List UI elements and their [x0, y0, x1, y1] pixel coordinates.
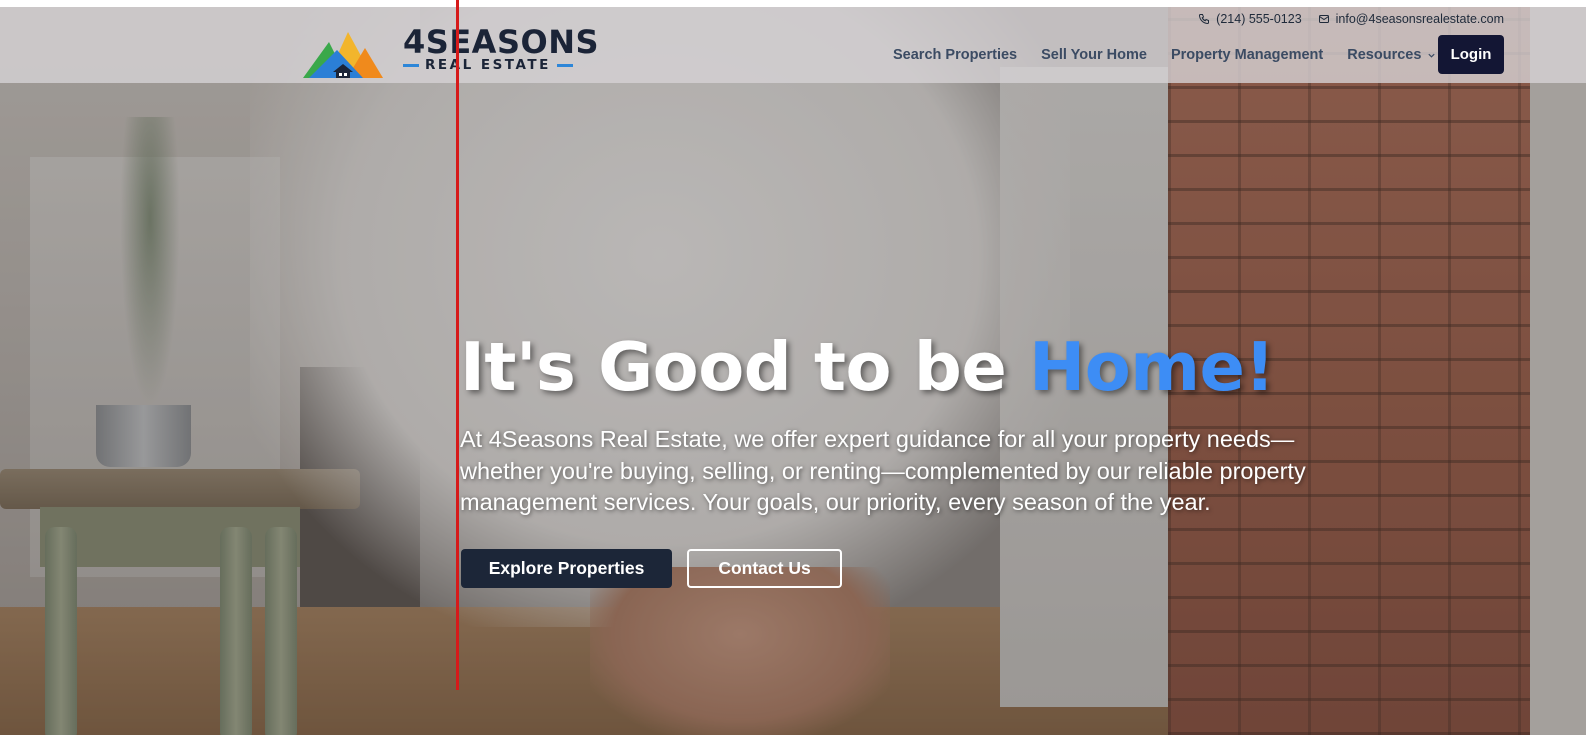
email-link[interactable]: info@4seasonsrealestate.com — [1318, 12, 1504, 26]
hero-subtext: At 4Seasons Real Estate, we offer expert… — [460, 426, 1306, 515]
nav-property-management[interactable]: Property Management — [1171, 47, 1323, 63]
site-header: 4SEASONS REAL ESTATE (214) 555-0123 info… — [0, 7, 1586, 83]
email-address: info@4seasonsrealestate.com — [1335, 12, 1504, 26]
contact-us-button[interactable]: Contact Us — [687, 549, 842, 588]
nav-resources-label: Resources — [1347, 47, 1422, 63]
logo-wordmark: 4SEASONS REAL ESTATE — [403, 26, 599, 73]
nav-search-properties[interactable]: Search Properties — [893, 47, 1017, 63]
mail-icon — [1318, 15, 1329, 23]
main-nav: Search Properties Sell Your Home Propert… — [893, 47, 1460, 63]
chevron-down-icon — [1428, 53, 1436, 58]
logo-subtitle: REAL ESTATE — [425, 57, 551, 73]
nav-sell-your-home[interactable]: Sell Your Home — [1041, 47, 1147, 63]
phone-icon — [1199, 14, 1210, 25]
mountain-house-logo-icon — [303, 32, 383, 78]
phone-number: (214) 555-0123 — [1216, 12, 1302, 26]
explore-properties-button[interactable]: Explore Properties — [461, 549, 672, 588]
logo-rule-left — [403, 64, 419, 68]
headline-accent: Home! — [1029, 328, 1275, 406]
nav-resources[interactable]: Resources — [1347, 47, 1436, 63]
site-logo[interactable]: 4SEASONS REAL ESTATE — [303, 22, 599, 82]
headline-main: It's Good to be — [460, 328, 1030, 406]
red-guide-line — [456, 0, 459, 690]
hero-headline: It's Good to be Home! — [460, 328, 1275, 406]
login-button[interactable]: Login — [1438, 35, 1504, 74]
logo-rule-right — [556, 64, 573, 68]
phone-link[interactable]: (214) 555-0123 — [1198, 12, 1302, 26]
contact-bar: (214) 555-0123 info@4seasonsrealestate.c… — [1198, 12, 1504, 26]
logo-title: 4SEASONS — [403, 23, 600, 61]
